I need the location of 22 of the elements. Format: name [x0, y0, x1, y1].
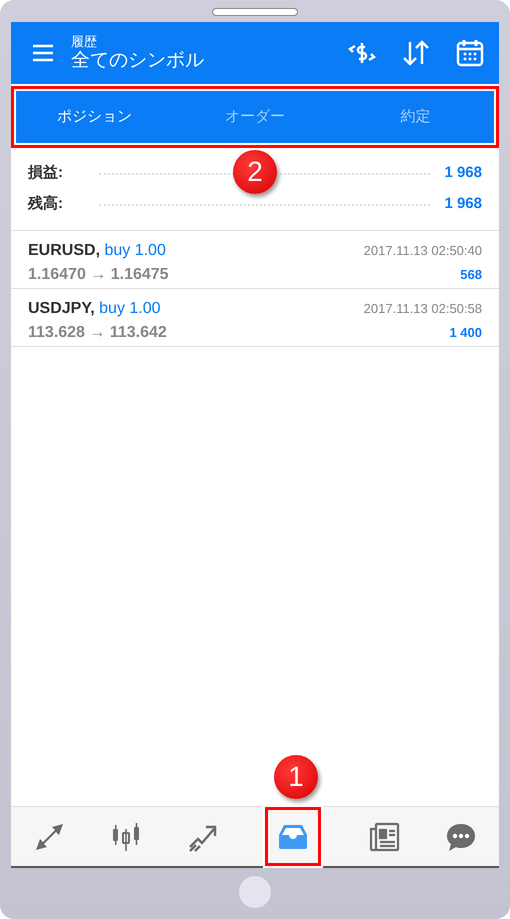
trade-prices: 1.16470 → 1.16475 — [28, 265, 169, 285]
trade-time: 2017.11.13 02:50:40 — [364, 242, 482, 260]
summary-label: 損益: — [28, 163, 63, 184]
trade-row[interactable]: USDJPY, buy 1.00 2017.11.13 02:50:58 113.628 → 113.642 1 400 — [11, 289, 499, 347]
sort-icon[interactable] — [401, 38, 431, 68]
trade-prices: 113.628 → 113.642 — [28, 323, 167, 343]
trade-title: USDJPY, buy 1.00 — [28, 299, 161, 319]
tab[interactable]: 約定 — [335, 98, 496, 136]
trade-profit: 1 400 — [449, 324, 482, 342]
screen-title: 全てのシンボル — [71, 48, 205, 72]
screen-subtitle: 履歴 — [71, 34, 98, 48]
calendar-icon[interactable] — [455, 38, 485, 68]
tab[interactable]: オーダー — [174, 98, 336, 136]
trade-profit: 568 — [460, 266, 482, 284]
summary-label: 残高: — [28, 194, 63, 214]
tab[interactable]: ポジション — [14, 98, 175, 136]
trade-title: EURUSD, buy 1.00 — [28, 241, 166, 261]
inbox-icon[interactable] — [265, 807, 322, 866]
trade-time: 2017.11.13 02:50:58 — [364, 300, 482, 318]
summary-value: 1 968 — [444, 194, 482, 214]
summary-value: 1 968 — [444, 163, 482, 184]
trade-row[interactable]: EURUSD, buy 1.00 2017.11.13 02:50:40 1.16470 → 1.16475 568 — [11, 231, 499, 289]
